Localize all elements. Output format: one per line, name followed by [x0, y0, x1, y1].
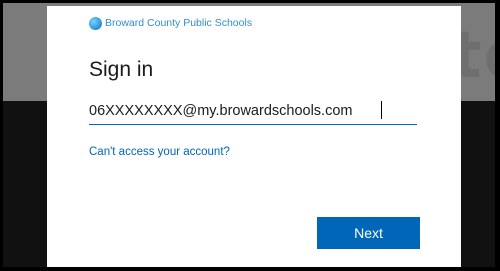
page-title: Sign in — [89, 58, 154, 81]
next-button[interactable]: Next — [317, 217, 420, 249]
background-frame: to Broward County Public Schools Sign in… — [3, 3, 495, 267]
brand-logo: Broward County Public Schools — [89, 15, 252, 31]
brand-logo-icon — [89, 16, 102, 30]
brand-name: Broward County Public Schools — [105, 17, 253, 29]
background-shape-right — [461, 101, 495, 267]
text-caret — [381, 101, 382, 119]
background-shape-left — [3, 101, 47, 267]
cant-access-account-link[interactable]: Can't access your account? — [89, 146, 230, 158]
signin-card: Broward County Public Schools Sign in Ca… — [47, 6, 461, 267]
email-field[interactable] — [89, 98, 417, 125]
